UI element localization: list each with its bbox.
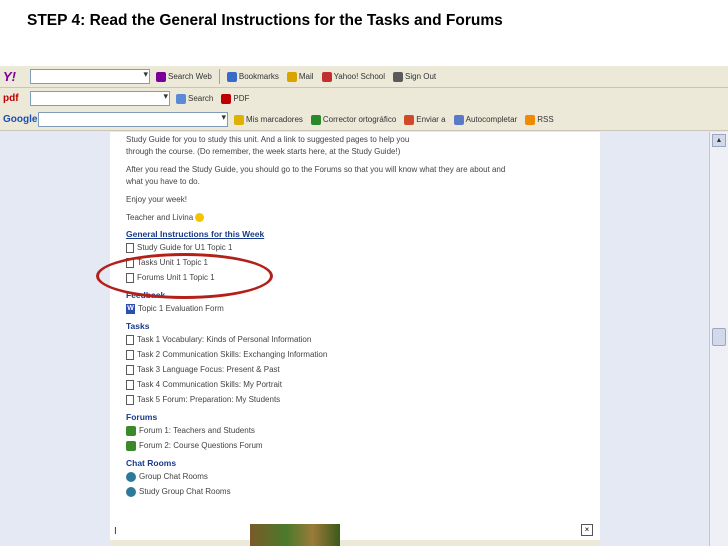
cursor-mark: I — [114, 526, 117, 537]
slide-title: STEP 4: Read the General Instructions fo… — [27, 12, 503, 29]
spellcheck-icon — [310, 114, 321, 125]
google-bookmarks-button[interactable]: Mis marcadores — [230, 114, 307, 125]
intro-text: through the course. (Do remember, the we… — [126, 147, 401, 156]
tasks-heading: Tasks — [126, 321, 150, 331]
intro-text: Study Guide for you to study this unit. … — [126, 135, 410, 144]
yahoo-mail-button[interactable]: Mail — [283, 71, 318, 82]
right-margin — [600, 132, 709, 546]
forums-heading: Forums — [126, 412, 158, 422]
google-toolbar: Google Mis marcadores Corrector ortográf… — [0, 109, 728, 131]
course-page: Study Guide for you to study this unit. … — [110, 132, 600, 540]
pdf-search-button[interactable]: Search — [172, 93, 217, 104]
pdf-toolbar: pdf Search PDF — [0, 88, 728, 110]
smiley-icon — [195, 213, 205, 223]
scrollbar-thumb[interactable] — [712, 328, 726, 346]
intro-text: what you have to do. — [126, 177, 200, 186]
document-icon — [126, 334, 134, 345]
annotation-circle — [96, 253, 273, 299]
google-spellcheck-button[interactable]: Corrector ortográfico — [307, 114, 400, 125]
yahoo-search-input[interactable] — [30, 69, 150, 84]
yahoo-toolbar: Y! Search Web Bookmarks Mail Yahoo! Scho… — [0, 66, 728, 88]
rss-icon — [525, 114, 536, 125]
page-footer-bar: I × — [110, 522, 600, 540]
autofill-icon — [453, 114, 464, 125]
word-document-icon: W — [126, 303, 135, 314]
chat-link[interactable]: Study Group Chat Rooms — [126, 484, 600, 499]
document-icon — [126, 349, 134, 360]
close-icon[interactable]: × — [581, 524, 593, 536]
intro-text: Enjoy your week! — [126, 195, 187, 204]
chat-icon — [126, 486, 136, 497]
sign-out-icon — [393, 71, 404, 82]
browser-window: Y! Search Web Bookmarks Mail Yahoo! Scho… — [0, 66, 728, 546]
photo-thumbnail — [250, 524, 340, 546]
yahoo-sign-out-button[interactable]: Sign Out — [389, 71, 440, 82]
forum-icon — [126, 425, 136, 436]
google-logo[interactable]: Google — [0, 114, 37, 125]
task-link[interactable]: Task 4 Communication Skills: My Portrait — [126, 377, 600, 392]
yahoo-search-web-button[interactable]: Search Web — [152, 71, 216, 82]
pdf-logo[interactable]: pdf — [0, 93, 28, 104]
pdf-search-input[interactable] — [30, 91, 170, 106]
google-send-button[interactable]: Enviar a — [400, 114, 449, 125]
bookmark-icon — [226, 71, 237, 82]
forum-icon — [126, 440, 136, 451]
google-rss-button[interactable]: RSS — [521, 114, 557, 125]
star-icon — [234, 114, 244, 125]
yahoo-school-button[interactable]: Yahoo! School — [318, 71, 389, 82]
mail-icon — [286, 71, 297, 82]
document-icon — [126, 379, 134, 390]
task-link[interactable]: Task 5 Forum: Preparation: My Students — [126, 392, 600, 407]
task-link[interactable]: Task 2 Communication Skills: Exchanging … — [126, 347, 600, 362]
send-icon — [404, 114, 415, 125]
document-icon — [126, 394, 134, 405]
google-search-input[interactable] — [38, 112, 228, 127]
task-link[interactable]: Task 3 Language Focus: Present & Past — [126, 362, 600, 377]
forum-link[interactable]: Forum 2: Course Questions Forum — [126, 438, 600, 453]
pdf-button[interactable]: PDF — [217, 93, 253, 104]
signature-text: Teacher and Livina — [126, 212, 600, 224]
document-icon — [126, 364, 134, 375]
vertical-scrollbar[interactable]: ▲ — [709, 132, 728, 546]
task-link[interactable]: Task 1 Vocabulary: Kinds of Personal Inf… — [126, 332, 600, 347]
google-autofill-button[interactable]: Autocompletar — [450, 114, 522, 125]
intro-text: After you read the Study Guide, you shou… — [126, 165, 506, 174]
chat-rooms-heading: Chat Rooms — [126, 458, 177, 468]
chat-icon — [126, 471, 136, 482]
search-icon — [156, 71, 166, 82]
yahoo-bookmarks-button[interactable]: Bookmarks — [223, 71, 283, 82]
left-margin — [0, 132, 110, 546]
chat-link[interactable]: Group Chat Rooms — [126, 469, 600, 484]
search-icon — [176, 93, 186, 104]
toolbar-divider — [218, 69, 220, 84]
yahoo-logo[interactable]: Y! — [0, 69, 28, 84]
scroll-up-icon[interactable]: ▲ — [712, 134, 726, 147]
document-icon — [126, 242, 134, 253]
forum-link[interactable]: Forum 1: Teachers and Students — [126, 423, 600, 438]
pdf-icon — [221, 93, 232, 104]
school-icon — [321, 71, 332, 82]
feedback-link[interactable]: W Topic 1 Evaluation Form — [126, 301, 600, 316]
general-instructions-heading: General Instructions for this Week — [126, 229, 265, 239]
